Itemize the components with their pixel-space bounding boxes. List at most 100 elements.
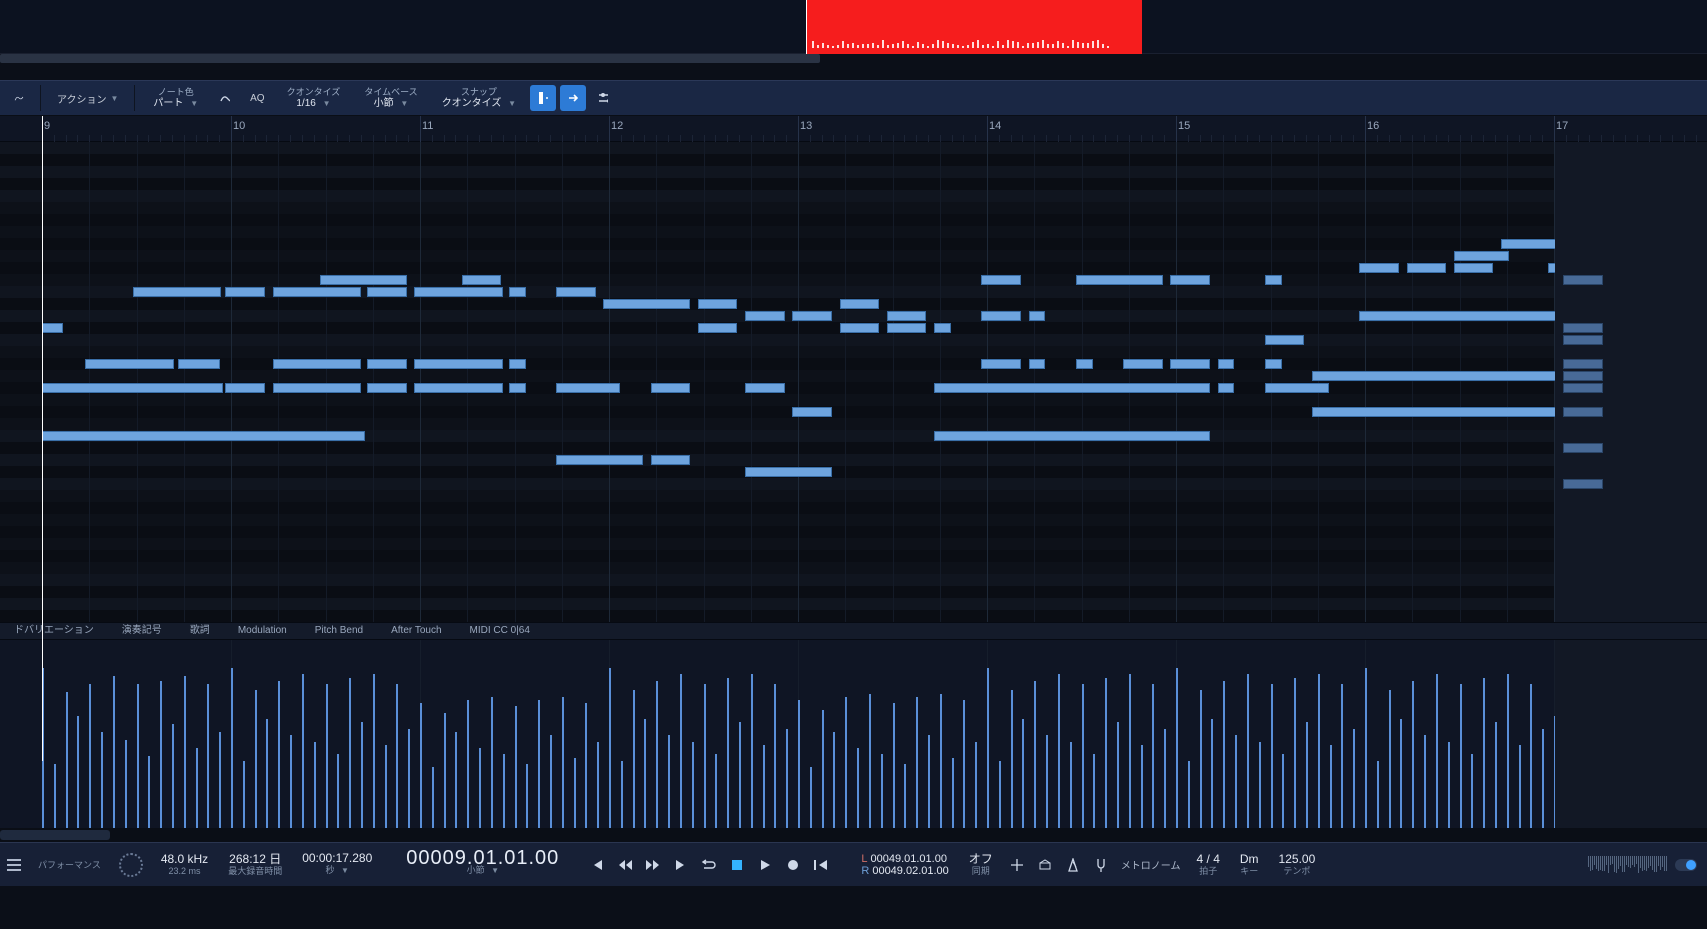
velocity-bar[interactable] — [231, 668, 233, 828]
velocity-bar[interactable] — [562, 697, 564, 828]
velocity-bar[interactable] — [1070, 742, 1072, 828]
piano-roll-grid[interactable] — [0, 142, 1707, 622]
velocity-bar[interactable] — [1247, 674, 1249, 828]
velocity-bar[interactable] — [585, 703, 587, 828]
follow-toggle[interactable] — [1675, 859, 1697, 871]
velocity-bar[interactable] — [1412, 681, 1414, 828]
overview-playhead[interactable] — [806, 0, 807, 54]
midi-note[interactable] — [42, 383, 223, 393]
midi-note[interactable] — [792, 407, 832, 417]
velocity-bar[interactable] — [77, 716, 79, 828]
midi-note[interactable] — [792, 311, 832, 321]
arranger-overview[interactable] — [0, 0, 1707, 54]
auto-quantize-button[interactable]: AQ — [242, 84, 272, 112]
velocity-bar[interactable] — [1507, 674, 1509, 828]
velocity-bar[interactable] — [692, 742, 694, 828]
velocity-bar[interactable] — [597, 742, 599, 828]
velocity-bar[interactable] — [1483, 678, 1485, 828]
midi-note[interactable] — [1359, 263, 1399, 273]
midi-note[interactable] — [934, 383, 1210, 393]
velocity-bar[interactable] — [609, 668, 611, 828]
timebase-dropdown[interactable]: タイムベース 小節 ▼ — [354, 82, 427, 114]
velocity-bar[interactable] — [314, 742, 316, 828]
midi-note[interactable] — [698, 299, 738, 309]
velocity-bar[interactable] — [290, 735, 292, 828]
velocity-bar[interactable] — [1389, 690, 1391, 828]
midi-note[interactable] — [556, 455, 643, 465]
velocity-bar[interactable] — [396, 684, 398, 828]
precount-icon[interactable] — [1032, 852, 1058, 878]
velocity-bar[interactable] — [184, 676, 186, 828]
midi-note[interactable] — [887, 323, 927, 333]
velocity-bar[interactable] — [1117, 722, 1119, 828]
lane-tab[interactable]: 演奏記号 — [108, 622, 176, 640]
velocity-bar[interactable] — [255, 690, 257, 828]
velocity-bar[interactable] — [833, 732, 835, 828]
midi-note[interactable] — [367, 359, 407, 369]
velocity-bar[interactable] — [444, 713, 446, 828]
velocity-bar[interactable] — [644, 719, 646, 828]
velocity-bar[interactable] — [1235, 735, 1237, 828]
velocity-bar[interactable] — [54, 764, 56, 828]
velocity-bar[interactable] — [822, 710, 824, 828]
midi-note[interactable] — [1170, 359, 1210, 369]
midi-note[interactable] — [414, 287, 503, 297]
midi-note[interactable] — [698, 323, 738, 333]
lane-tab[interactable]: ドバリエーション — [0, 622, 108, 640]
velocity-bar[interactable] — [1105, 678, 1107, 828]
velocity-bar[interactable] — [420, 703, 422, 828]
velocity-bar[interactable] — [302, 674, 304, 828]
velocity-bar[interactable] — [125, 740, 127, 828]
velocity-bar[interactable] — [656, 681, 658, 828]
velocity-bar[interactable] — [1093, 754, 1095, 828]
velocity-bar[interactable] — [349, 678, 351, 828]
velocity-bar[interactable] — [172, 724, 174, 828]
velocity-bar[interactable] — [1011, 690, 1013, 828]
velocity-bar[interactable] — [337, 754, 339, 828]
velocity-bar[interactable] — [704, 684, 706, 828]
midi-note[interactable] — [367, 287, 407, 297]
velocity-bar[interactable] — [1353, 729, 1355, 828]
midi-note[interactable] — [1265, 359, 1282, 369]
velocity-bar[interactable] — [751, 674, 753, 828]
midi-note[interactable] — [1123, 359, 1163, 369]
velocity-bar[interactable] — [207, 684, 209, 828]
midi-note[interactable] — [414, 383, 503, 393]
play-button[interactable] — [752, 852, 778, 878]
velocity-bar[interactable] — [1377, 761, 1379, 828]
midi-note[interactable] — [745, 383, 785, 393]
rewind-button[interactable] — [612, 852, 638, 878]
velocity-bar[interactable] — [574, 758, 576, 828]
midi-note[interactable] — [1218, 359, 1235, 369]
snap-to-grid-button[interactable] — [530, 85, 556, 111]
velocity-bar[interactable] — [113, 676, 115, 828]
velocity-bar[interactable] — [326, 684, 328, 828]
velocity-bar[interactable] — [999, 761, 1001, 828]
midi-note[interactable] — [1454, 263, 1494, 273]
midi-note[interactable] — [745, 467, 832, 477]
locator-display[interactable]: L 00049.01.01.00 R 00049.02.01.00 — [851, 853, 958, 877]
velocity-bar[interactable] — [715, 754, 717, 828]
midi-note[interactable] — [603, 299, 690, 309]
velocity-bar[interactable] — [1330, 745, 1332, 828]
midi-note[interactable] — [651, 455, 691, 465]
velocity-bar[interactable] — [467, 700, 469, 828]
velocity-bar[interactable] — [550, 735, 552, 828]
velocity-bar[interactable] — [491, 697, 493, 828]
velocity-bar[interactable] — [975, 742, 977, 828]
velocity-bar[interactable] — [538, 700, 540, 828]
velocity-bar[interactable] — [385, 745, 387, 828]
velocity-bar[interactable] — [1294, 678, 1296, 828]
midi-note[interactable] — [1029, 359, 1046, 369]
velocity-bar[interactable] — [774, 684, 776, 828]
velocity-bar[interactable] — [1058, 674, 1060, 828]
velocity-bar[interactable] — [1152, 684, 1154, 828]
prev-marker-button[interactable] — [584, 852, 610, 878]
velocity-bar[interactable] — [810, 767, 812, 828]
midi-note[interactable] — [273, 359, 362, 369]
midi-note[interactable] — [462, 275, 502, 285]
loop-button[interactable] — [696, 852, 722, 878]
velocity-bar[interactable] — [1400, 719, 1402, 828]
velocity-bar[interactable] — [1022, 719, 1024, 828]
scrollbar-thumb[interactable] — [0, 830, 110, 840]
